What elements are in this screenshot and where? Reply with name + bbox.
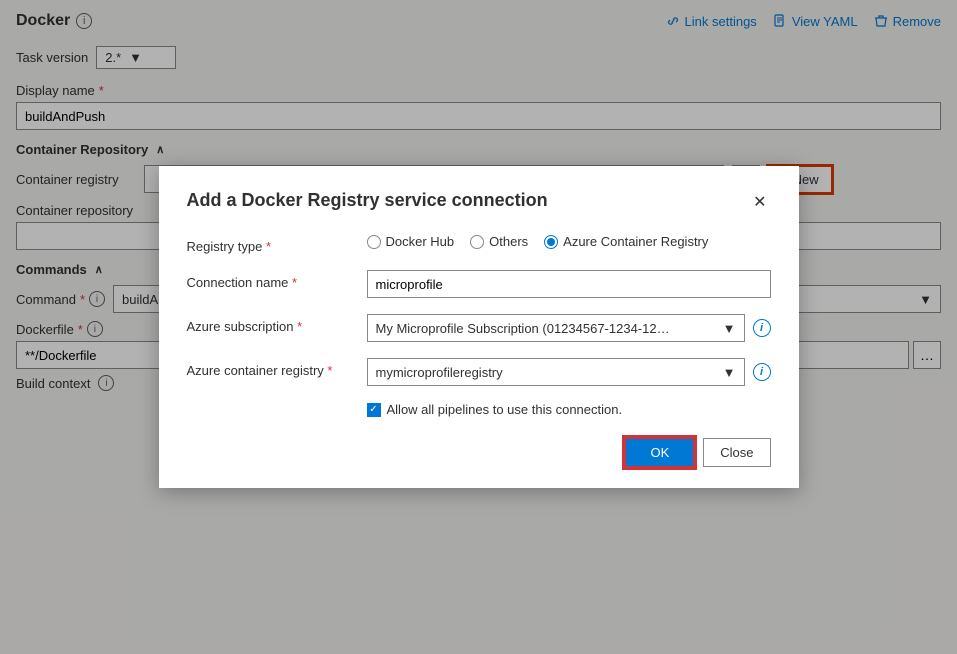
azure-container-registry-row: Azure container registry * mymicroprofil… [187,358,771,386]
modal-header: Add a Docker Registry service connection… [187,190,771,214]
azure-subscription-info-icon[interactable]: i [753,319,771,337]
allow-pipelines-checkbox-row[interactable]: ✓ Allow all pipelines to use this connec… [367,402,771,417]
connection-name-input[interactable] [367,270,771,298]
connection-name-row: Connection name * [187,270,771,298]
acr-info-icon[interactable]: i [753,363,771,381]
registry-type-row: Registry type * Docker Hub Others Azure … [187,234,771,254]
radio-others[interactable]: Others [470,234,528,249]
radio-acr-label: Azure Container Registry [563,234,708,249]
connection-name-label: Connection name * [187,270,367,290]
acr-chevron: ▼ [723,365,736,380]
azure-container-registry-label: Azure container registry * [187,358,367,378]
modal-footer: OK Close [187,437,771,468]
checkbox-area: ✓ Allow all pipelines to use this connec… [187,402,771,417]
azure-subscription-label: Azure subscription * [187,314,367,334]
radio-docker-hub[interactable]: Docker Hub [367,234,455,249]
modal-close-button[interactable]: ✕ [749,190,770,214]
close-button[interactable]: Close [703,438,770,467]
registry-type-label: Registry type * [187,234,367,254]
radio-docker-hub-circle [367,235,381,249]
radio-others-label: Others [489,234,528,249]
azure-container-registry-select[interactable]: mymicroprofileregistry ▼ [367,358,745,386]
radio-azure-container-registry[interactable]: Azure Container Registry [544,234,708,249]
modal-title: Add a Docker Registry service connection [187,190,750,211]
allow-pipelines-label: Allow all pipelines to use this connecti… [387,402,623,417]
radio-docker-hub-label: Docker Hub [386,234,455,249]
azure-subscription-value: My Microprofile Subscription (01234567-1… [376,321,676,336]
azure-subscription-row: Azure subscription * My Microprofile Sub… [187,314,771,342]
radio-acr-circle [544,235,558,249]
registry-type-radio-group: Docker Hub Others Azure Container Regist… [367,234,709,249]
radio-others-circle [470,235,484,249]
azure-subscription-select[interactable]: My Microprofile Subscription (01234567-1… [367,314,745,342]
checkbox-checkmark: ✓ [369,404,377,415]
azure-subscription-chevron: ▼ [723,321,736,336]
allow-pipelines-checkbox[interactable]: ✓ [367,403,381,417]
modal-dialog: Add a Docker Registry service connection… [159,166,799,488]
azure-container-registry-value: mymicroprofileregistry [376,365,503,380]
ok-button[interactable]: OK [624,437,695,468]
